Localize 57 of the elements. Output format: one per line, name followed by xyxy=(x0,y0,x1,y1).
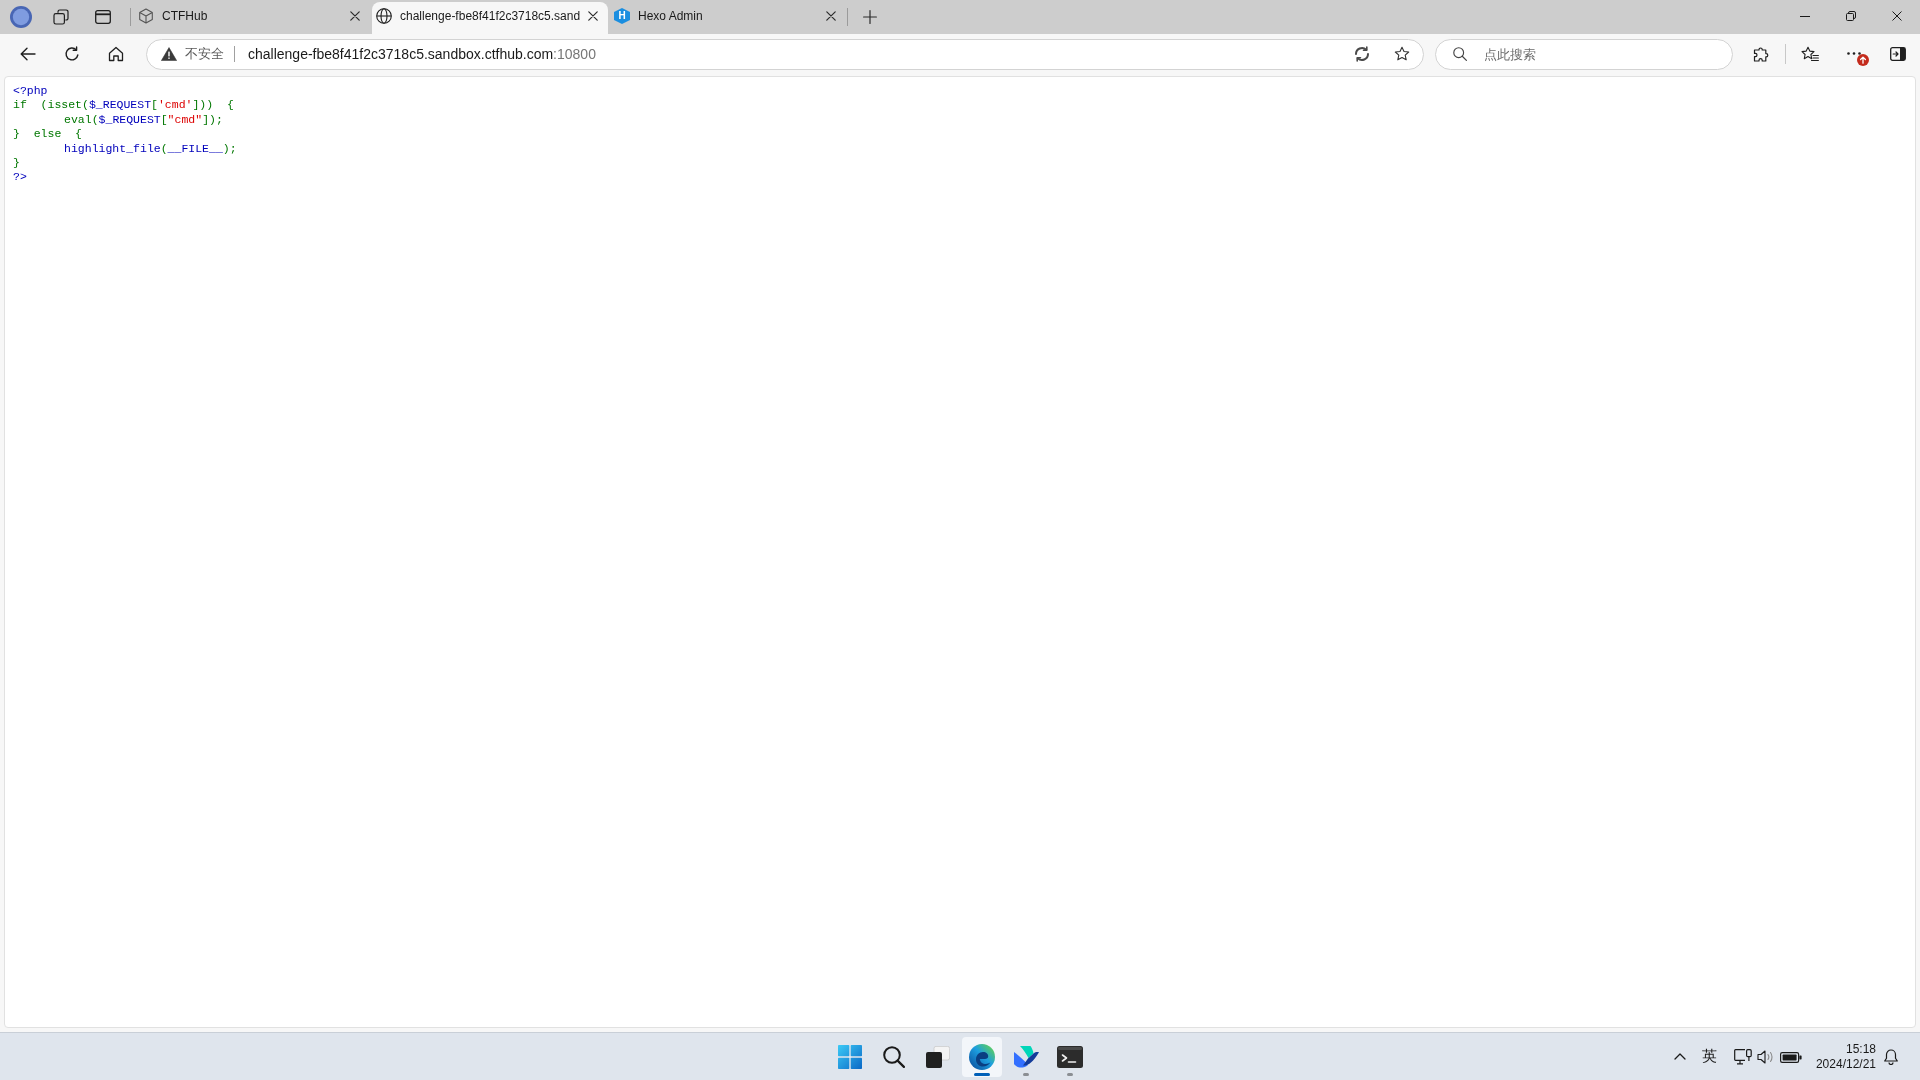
chevron-up-icon xyxy=(1673,1053,1686,1060)
up-arrow-badge-icon xyxy=(1857,54,1869,66)
browser-tab[interactable]: challenge-fbe8f41f2c3718c5.sand xyxy=(372,2,608,34)
clock-date[interactable]: 2024/12/21 xyxy=(1815,1056,1876,1072)
input-method-indicator[interactable]: 英 xyxy=(1697,1036,1722,1077)
site-logo: H xyxy=(614,8,630,24)
back-icon xyxy=(20,47,36,61)
more-icon xyxy=(1847,51,1861,55)
search-icon xyxy=(883,1045,905,1068)
browser-tab[interactable]: H Hexo Admin xyxy=(610,2,846,34)
terminal-icon xyxy=(1057,1045,1083,1068)
speaker-icon[interactable] xyxy=(1756,1049,1775,1064)
browser-tab[interactable]: CTFHub xyxy=(134,2,370,34)
code-line: } xyxy=(13,156,20,171)
security-indicator[interactable]: 不安全 xyxy=(161,42,224,66)
code-line: highlight_file(__FILE__); xyxy=(64,141,237,157)
restore-icon xyxy=(1846,11,1856,21)
window-icon xyxy=(95,10,111,24)
code-line: if (isset($_REQUEST['cmd'])) { xyxy=(13,98,234,113)
search-field[interactable]: 点此搜索 xyxy=(1435,38,1733,70)
clock-time[interactable]: 15:18 xyxy=(1845,1041,1876,1057)
warning-icon xyxy=(161,47,177,61)
close-icon xyxy=(588,11,598,21)
plus-icon xyxy=(863,10,877,24)
circular-arrows-icon xyxy=(1354,46,1370,62)
search-icon xyxy=(1453,47,1467,61)
globe-icon xyxy=(376,8,392,24)
sidebar-icon xyxy=(1890,47,1906,61)
favorites-icon xyxy=(1801,46,1819,62)
star-icon xyxy=(1394,46,1410,62)
four-squares-icon xyxy=(838,1044,862,1069)
avatar-icon xyxy=(10,6,32,28)
home-icon xyxy=(108,46,124,62)
code-line: <?php xyxy=(13,84,48,99)
minimize-icon xyxy=(1800,15,1810,17)
puzzle-icon xyxy=(1753,46,1769,62)
bird-icon xyxy=(1013,1044,1039,1069)
close-tab-button[interactable] xyxy=(348,8,362,24)
battery-icon[interactable] xyxy=(1779,1050,1802,1063)
code-line: } else { xyxy=(13,127,82,142)
monitor-icon[interactable] xyxy=(1733,1048,1752,1065)
address-bar[interactable]: 不安全 challenge-fbe8f41f2c3718c5.sandbox.ctfhub.com:10800 xyxy=(146,38,1424,70)
swirl-icon xyxy=(969,1043,995,1070)
cube-icon xyxy=(138,8,154,24)
code-line: ?> xyxy=(13,170,27,185)
close-icon xyxy=(1892,11,1902,21)
overlapping-squares-icon xyxy=(926,1045,950,1068)
url-text: challenge-fbe8f41f2c3718c5.sandbox.ctfhub.com:10800 xyxy=(248,46,596,62)
close-icon xyxy=(826,11,836,21)
close-icon xyxy=(350,11,360,21)
taskbar-app-button[interactable] xyxy=(962,1036,1002,1077)
refresh-icon xyxy=(64,46,80,62)
code-line: eval($_REQUEST["cmd"]); xyxy=(64,112,223,128)
close-tab-button[interactable] xyxy=(586,8,600,24)
bell-icon xyxy=(1884,1048,1898,1065)
close-tab-button[interactable] xyxy=(824,8,838,24)
stacked-squares-icon xyxy=(53,9,69,25)
